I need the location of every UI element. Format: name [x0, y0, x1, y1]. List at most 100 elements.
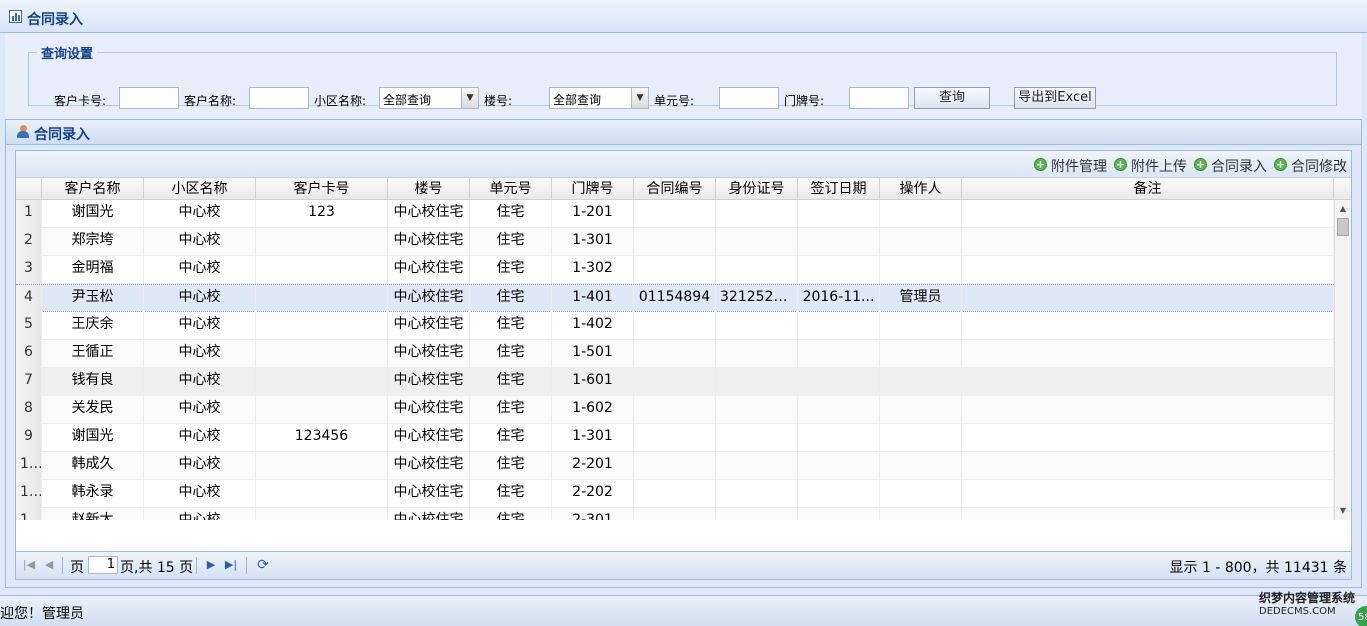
table-cell: [716, 200, 798, 228]
attachment-manage-button[interactable]: + 附件管理: [1034, 156, 1107, 176]
table-row[interactable]: 10 韩成久 中心校 中心校住宅 住宅 2-201: [16, 452, 1334, 480]
table-cell: [880, 228, 962, 256]
name-input[interactable]: [249, 87, 309, 109]
table-cell: 王循正: [42, 340, 144, 368]
table-cell: 中心校: [144, 340, 256, 368]
table-cell: [798, 424, 880, 452]
table-cell: 2-301: [552, 508, 634, 520]
table-cell: [962, 368, 1334, 396]
export-excel-button[interactable]: 导出到Excel: [1014, 87, 1096, 109]
name-label: 客户名称:: [184, 94, 237, 108]
table-cell: 住宅: [470, 312, 552, 340]
card-input[interactable]: [119, 87, 179, 109]
table-cell: 中心校: [144, 452, 256, 480]
scroll-up-icon[interactable]: ▲: [1335, 202, 1351, 216]
table-cell: [716, 256, 798, 284]
table-cell: [256, 452, 388, 480]
table-row[interactable]: 6 王循正 中心校 中心校住宅 住宅 1-501: [16, 340, 1334, 368]
unit-label: 单元号:: [654, 94, 695, 108]
table-cell: 住宅: [470, 480, 552, 508]
building-select[interactable]: 全部查询 ▼: [549, 87, 649, 109]
table-cell: 1-201: [552, 200, 634, 228]
table-cell: 1-501: [552, 340, 634, 368]
contract-entry-label: 合同录入: [1211, 159, 1267, 175]
table-cell: 中心校: [144, 228, 256, 256]
scroll-down-icon[interactable]: ▼: [1335, 504, 1351, 518]
unit-input[interactable]: [719, 87, 779, 109]
logo-text: 织梦内容管理系统: [1259, 591, 1356, 605]
door-input[interactable]: [849, 87, 909, 109]
table-cell: 中心校住宅: [388, 340, 470, 368]
vertical-scrollbar[interactable]: ▲ ▼: [1334, 200, 1351, 520]
table-cell: [256, 312, 388, 340]
table-row[interactable]: 8 关发民 中心校 中心校住宅 住宅 1-602: [16, 396, 1334, 424]
row-number: 2: [16, 228, 42, 256]
table-row[interactable]: 7 钱有良 中心校 中心校住宅 住宅 1-601: [16, 368, 1334, 396]
table-cell: 中心校住宅: [388, 452, 470, 480]
column-header[interactable]: 客户卡号: [256, 178, 388, 200]
table-cell: 中心校: [144, 312, 256, 340]
table-cell: [634, 452, 716, 480]
door-label: 门牌号:: [784, 94, 825, 108]
column-header[interactable]: 签订日期: [798, 178, 880, 200]
attachment-upload-label: 附件上传: [1131, 159, 1187, 175]
table-cell: [634, 340, 716, 368]
table-cell: [880, 312, 962, 340]
table-cell: [716, 480, 798, 508]
table-cell: 中心校住宅: [388, 256, 470, 284]
column-header[interactable]: 客户名称: [42, 178, 144, 200]
first-page-icon[interactable]: |◀: [22, 558, 36, 572]
table-cell: 中心校住宅: [388, 480, 470, 508]
column-header[interactable]: 门牌号: [552, 178, 634, 200]
table-cell: [256, 480, 388, 508]
column-header[interactable]: 合同编号: [634, 178, 716, 200]
table-cell: [962, 340, 1334, 368]
row-number: 5: [16, 312, 42, 340]
table-row[interactable]: 12 赵新太 中心校 中心校住宅 住宅 2-301: [16, 508, 1334, 520]
next-page-icon[interactable]: ▶: [204, 558, 218, 572]
table-row[interactable]: 2 郑宗垮 中心校 中心校住宅 住宅 1-301: [16, 228, 1334, 256]
search-button[interactable]: 查询: [914, 87, 990, 109]
chevron-down-icon[interactable]: ▼: [461, 88, 478, 108]
column-header[interactable]: 身份证号: [716, 178, 798, 200]
table-row[interactable]: 4 尹玉松 中心校 中心校住宅 住宅 1-401 01154894 3212522... 201…: [16, 284, 1334, 313]
table-cell: 赵新太: [42, 508, 144, 520]
attachment-upload-button[interactable]: + 附件上传: [1114, 156, 1187, 176]
table-cell: 中心校: [144, 256, 256, 284]
table-cell: [716, 424, 798, 452]
table-cell: 1-602: [552, 396, 634, 424]
table-cell: 郑宗垮: [42, 228, 144, 256]
table-cell: [798, 340, 880, 368]
column-header[interactable]: 单元号: [470, 178, 552, 200]
table-cell: 中心校住宅: [388, 508, 470, 520]
column-header[interactable]: 备注: [962, 178, 1334, 200]
table-row[interactable]: 9 谢国光 中心校 123456 中心校住宅 住宅 1-301: [16, 424, 1334, 452]
query-settings-legend: 查询设置: [41, 47, 94, 62]
column-header[interactable]: 操作人: [880, 178, 962, 200]
contract-entry-button[interactable]: + 合同录入: [1194, 156, 1267, 176]
table-row[interactable]: 1 谢国光 中心校 123 中心校住宅 住宅 1-201: [16, 200, 1334, 228]
column-header[interactable]: 楼号: [388, 178, 470, 200]
window-title: 合同录入: [27, 12, 83, 28]
chart-icon: [9, 10, 22, 23]
chevron-down-icon[interactable]: ▼: [631, 88, 648, 108]
table-row[interactable]: 3 金明福 中心校 中心校住宅 住宅 1-302: [16, 256, 1334, 284]
table-cell: [798, 396, 880, 424]
district-select[interactable]: 全部查询 ▼: [379, 87, 479, 109]
table-row[interactable]: 11 韩永录 中心校 中心校住宅 住宅 2-202: [16, 480, 1334, 508]
table-row[interactable]: 5 王庆余 中心校 中心校住宅 住宅 1-402: [16, 312, 1334, 340]
table-cell: 住宅: [470, 200, 552, 228]
scroll-thumb[interactable]: [1337, 218, 1349, 236]
table-cell: [962, 396, 1334, 424]
last-page-icon[interactable]: ▶|: [224, 558, 238, 572]
refresh-icon[interactable]: ⟳: [256, 558, 270, 572]
column-header[interactable]: 小区名称: [144, 178, 256, 200]
page-number-input[interactable]: 1: [88, 556, 118, 574]
contract-edit-button[interactable]: + 合同修改: [1274, 156, 1347, 176]
contract-panel: 合同录入 + 附件管理 + 附件上传 + 合同录入 + 合同修改 客户名称 小区名称 客户卡…: [5, 119, 1362, 588]
prev-page-icon[interactable]: ◀: [42, 558, 56, 572]
table-cell: [716, 340, 798, 368]
table-cell: [634, 396, 716, 424]
table-cell: [256, 396, 388, 424]
row-number: 8: [16, 396, 42, 424]
